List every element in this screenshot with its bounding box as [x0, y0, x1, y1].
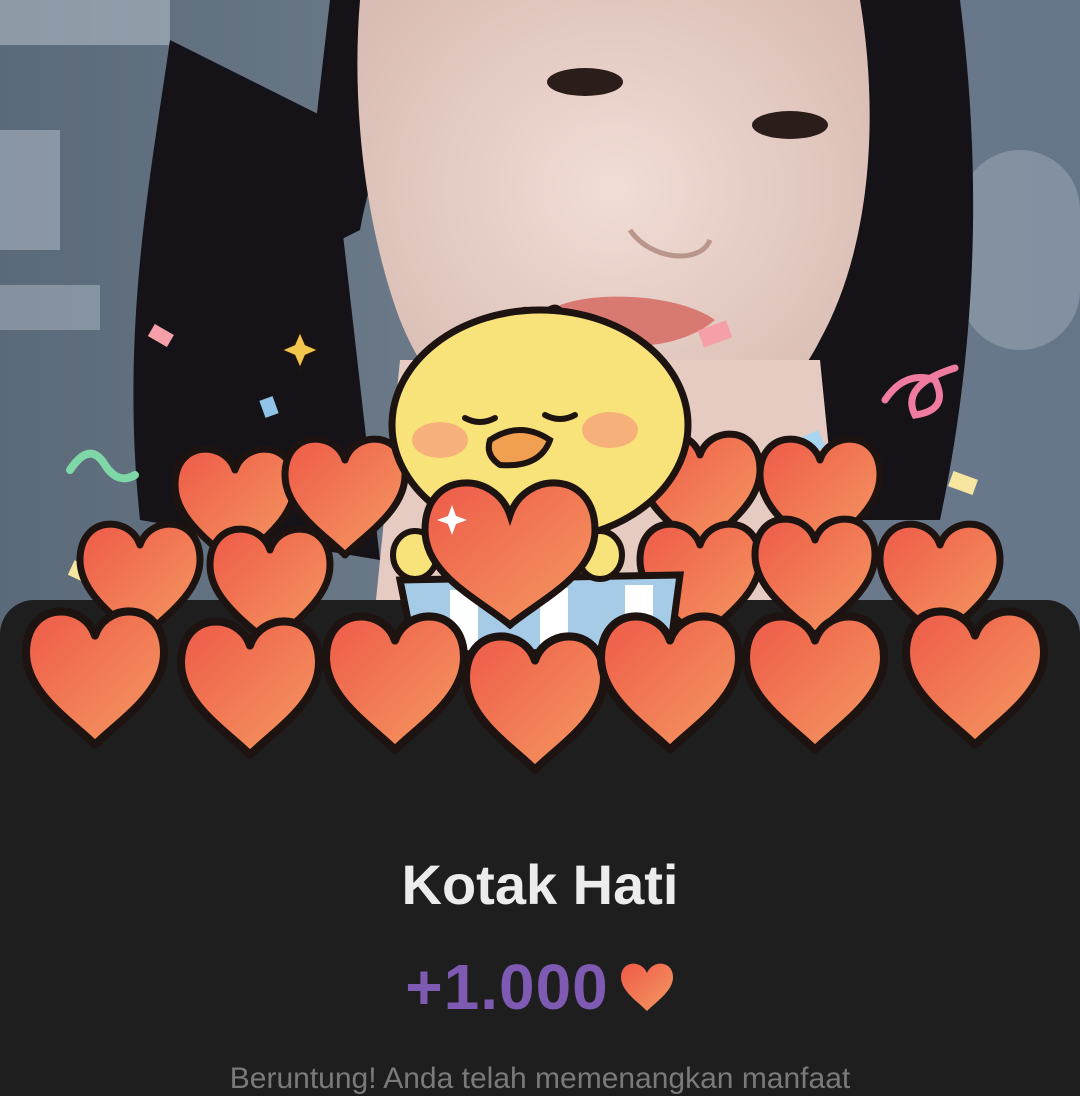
reward-description: Beruntung! Anda telah memenangkan manfaa…: [229, 1062, 851, 1095]
heart-box-illustration: [0, 290, 1080, 810]
reward-row: +1.000: [0, 950, 1080, 1024]
heart-icon: [620, 963, 673, 1011]
chick-character: [388, 304, 692, 659]
reward-amount: +1.000: [405, 951, 609, 1023]
modal-title: Kotak Hati: [401, 853, 679, 916]
